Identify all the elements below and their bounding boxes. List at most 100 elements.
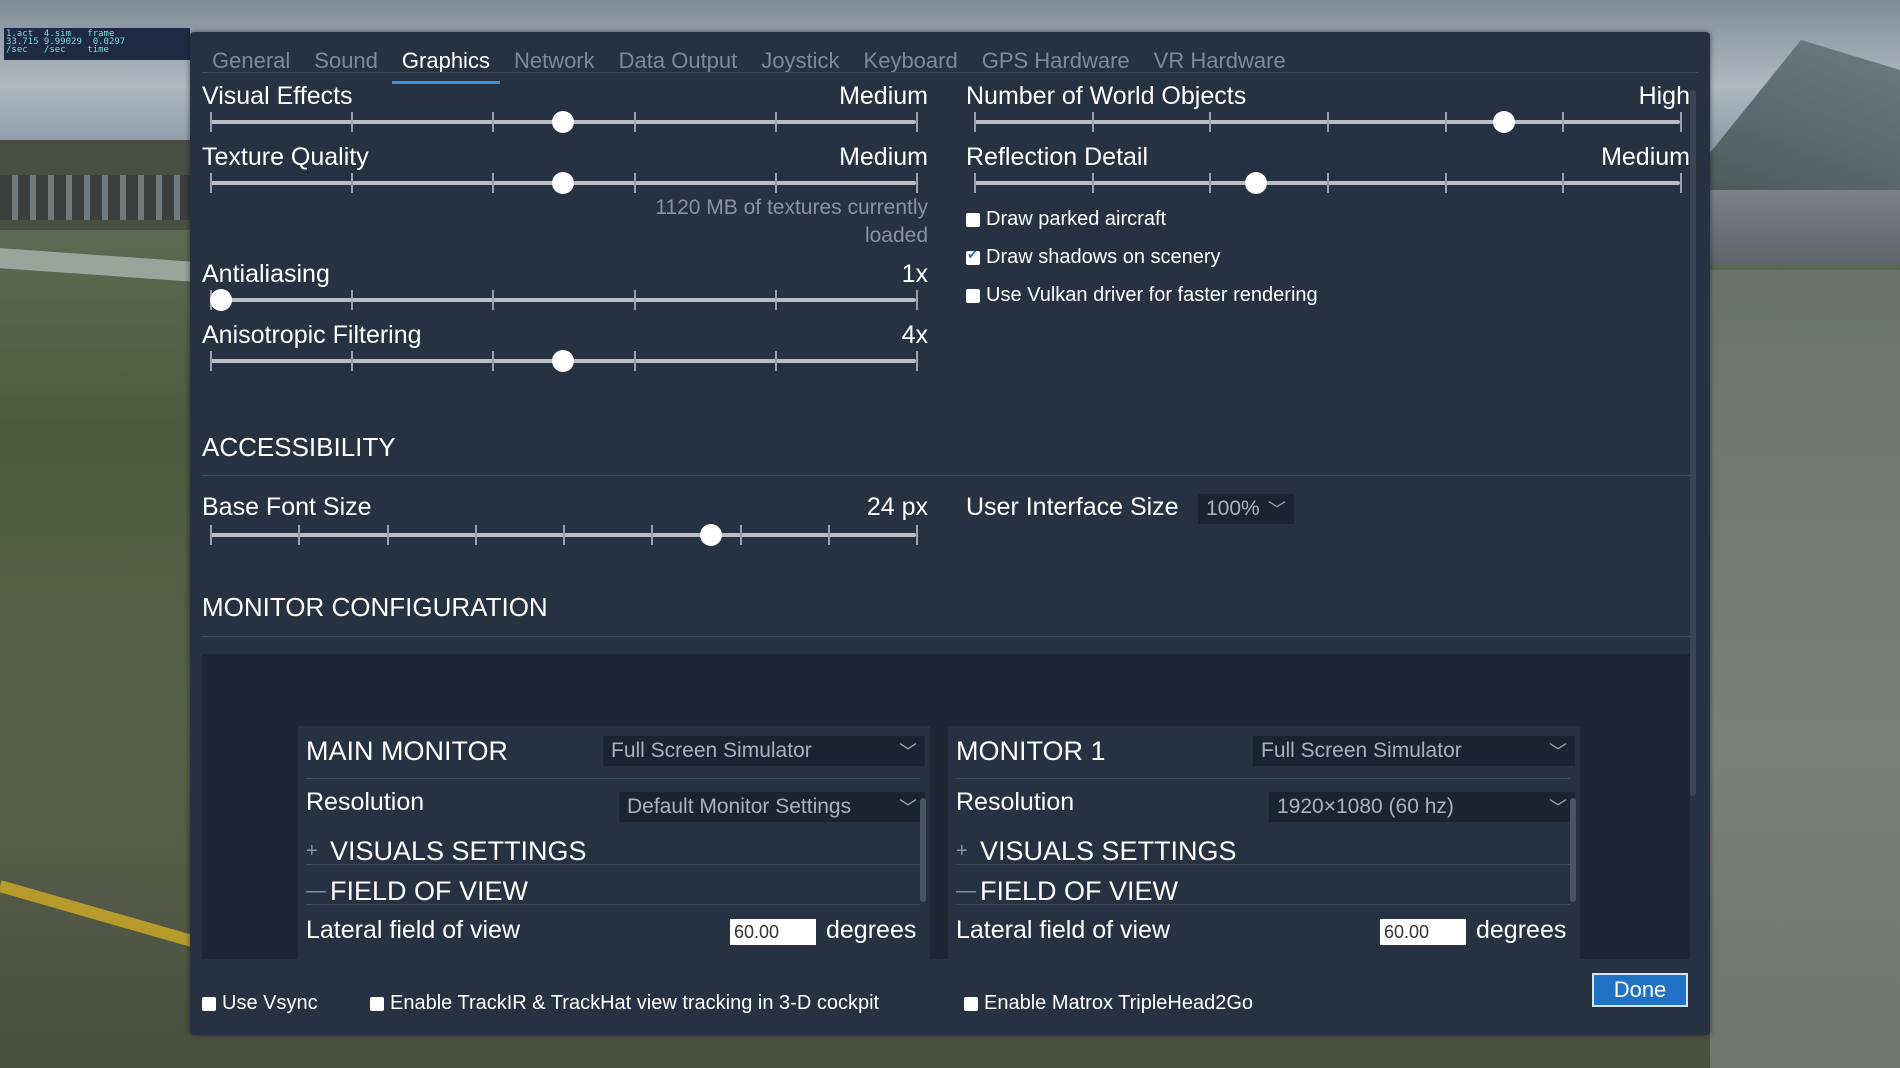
use-vsync-checkbox[interactable]: Use Vsync [202, 992, 318, 1015]
slider-tick [474, 525, 477, 545]
chevron-down-icon: ﹀ [899, 742, 917, 762]
world-objects-value: High [1638, 82, 1690, 110]
visuals-settings-label: VISUALS SETTINGS [980, 836, 1237, 866]
anisotropic-filtering-value: 4x [901, 321, 928, 349]
degrees-unit: degrees [1476, 916, 1567, 944]
monitor-1-resolution-select[interactable]: 1920×1080 (60 hz) ﹀ [1269, 792, 1575, 822]
window-scrollbar[interactable] [1690, 90, 1696, 796]
monitor-1-visuals-settings-toggle[interactable]: + VISUALS SETTINGS [956, 836, 1237, 867]
visual-effects-slider[interactable] [210, 111, 918, 133]
main-panel-scrollbar[interactable] [920, 798, 926, 902]
main-visuals-settings-toggle[interactable]: + VISUALS SETTINGS [306, 836, 587, 867]
slider-tick [739, 525, 742, 545]
degrees-unit: degrees [826, 916, 917, 944]
main-monitor-mode-value: Full Screen Simulator [611, 739, 812, 762]
panel-divider [306, 778, 920, 779]
slider-tick [1327, 173, 1329, 193]
checkbox-box[interactable] [966, 212, 980, 227]
tab-keyboard[interactable]: Keyboard [864, 46, 958, 78]
slider-knob[interactable] [1245, 172, 1268, 194]
field-of-view-label: FIELD OF VIEW [330, 876, 529, 906]
tab-general[interactable]: General [212, 46, 290, 78]
tab-vr-hardware[interactable]: VR Hardware [1154, 46, 1286, 78]
slider-tick [774, 112, 777, 132]
slider-tick [1562, 112, 1565, 132]
tab-gps-hardware[interactable]: GPS Hardware [982, 46, 1130, 78]
antialiasing-label: Antialiasing [202, 260, 330, 288]
slider-knob[interactable] [700, 524, 723, 546]
trackir-checkbox[interactable]: Enable TrackIR & TrackHat view tracking … [370, 992, 879, 1015]
main-resolution-select[interactable]: Default Monitor Settings ﹀ [619, 792, 925, 822]
base-font-size-value: 24 px [866, 493, 928, 521]
base-font-size-slider[interactable] [210, 524, 918, 546]
settings-tabs: General Sound Graphics Network Data Outp… [212, 46, 1286, 84]
checkbox-box[interactable] [202, 996, 216, 1011]
slider-knob[interactable] [1492, 111, 1515, 133]
checkbox-box[interactable] [370, 996, 384, 1011]
expand-plus-icon: + [956, 840, 968, 862]
panel-divider [306, 864, 920, 865]
monitor-1-lateral-fov-input[interactable]: 60.00 [1380, 919, 1466, 945]
slider-tick [1091, 112, 1094, 132]
monitor-1-lateral-fov-label: Lateral field of view [956, 916, 1171, 944]
slider-tick [386, 525, 389, 545]
main-field-of-view-toggle[interactable]: — FIELD OF VIEW [306, 876, 528, 907]
anisotropic-filtering-slider[interactable] [210, 350, 918, 372]
vulkan-driver-checkbox[interactable]: Use Vulkan driver for faster rendering [966, 284, 1318, 307]
slider-tick [351, 173, 354, 193]
matrox-checkbox[interactable]: Enable Matrox TripleHead2Go [964, 992, 1253, 1015]
antialiasing-slider[interactable] [210, 289, 918, 311]
slider-tick [774, 351, 777, 371]
visuals-settings-label: VISUALS SETTINGS [330, 836, 587, 866]
slider-tick [827, 525, 830, 545]
draw-shadows-checkbox[interactable]: Draw shadows on scenery [966, 246, 1221, 269]
slider-tick [492, 290, 495, 310]
slider-tick [916, 290, 918, 310]
done-button[interactable]: Done [1592, 973, 1688, 1007]
tab-graphics[interactable]: Graphics [391, 46, 501, 84]
background-hangar [1710, 190, 1900, 265]
slider-tick [1209, 112, 1212, 132]
slider-tick [1091, 173, 1094, 193]
chevron-down-icon: ﹀ [1268, 500, 1286, 520]
checkbox-label: Use Vsync [222, 992, 318, 1014]
tabs-divider [202, 72, 1698, 73]
slider-tick [492, 351, 495, 371]
slider-tick [916, 525, 918, 545]
tab-joystick[interactable]: Joystick [761, 46, 839, 78]
checkbox-box[interactable] [966, 288, 980, 303]
monitor-1-title: MONITOR 1 [956, 736, 1106, 766]
checkbox-label: Draw shadows on scenery [986, 246, 1221, 268]
world-objects-slider[interactable] [974, 111, 1682, 133]
slider-tick [633, 173, 636, 193]
main-lateral-fov-input[interactable]: 60.00 [730, 919, 816, 945]
antialiasing-value: 1x [901, 260, 928, 288]
chevron-down-icon: ﹀ [899, 798, 917, 818]
tab-data-output[interactable]: Data Output [619, 46, 738, 78]
framerate-hud: 1.act 4.sim frame 33.715 9.99029 0.0297 … [4, 28, 190, 60]
visual-effects-value: Medium [839, 82, 928, 110]
slider-knob[interactable] [552, 350, 574, 372]
slider-tick [1680, 173, 1682, 193]
tab-sound[interactable]: Sound [314, 46, 378, 78]
background-mountain [1680, 40, 1900, 190]
texture-quality-slider[interactable] [210, 172, 918, 194]
ui-size-select[interactable]: 100% ﹀ [1198, 494, 1294, 524]
monitor-1-panel-scrollbar[interactable] [1570, 798, 1576, 902]
slider-tick [1444, 173, 1447, 193]
checkbox-box[interactable] [966, 247, 980, 265]
collapse-minus-icon: — [306, 880, 326, 902]
slider-tick [633, 351, 636, 371]
monitor-1-mode-select[interactable]: Full Screen Simulator ﹀ [1253, 736, 1575, 766]
reflection-detail-slider[interactable] [974, 172, 1682, 194]
draw-parked-aircraft-checkbox[interactable]: Draw parked aircraft [966, 208, 1166, 231]
slider-knob[interactable] [552, 172, 574, 194]
slider-knob[interactable] [552, 111, 574, 133]
anisotropic-filtering-label: Anisotropic Filtering [202, 321, 422, 349]
slider-knob[interactable] [210, 289, 232, 311]
checkbox-box[interactable] [964, 996, 978, 1011]
slider-tick [210, 112, 212, 132]
main-monitor-mode-select[interactable]: Full Screen Simulator ﹀ [603, 736, 925, 766]
monitor-1-field-of-view-toggle[interactable]: — FIELD OF VIEW [956, 876, 1178, 907]
tab-network[interactable]: Network [514, 46, 595, 78]
